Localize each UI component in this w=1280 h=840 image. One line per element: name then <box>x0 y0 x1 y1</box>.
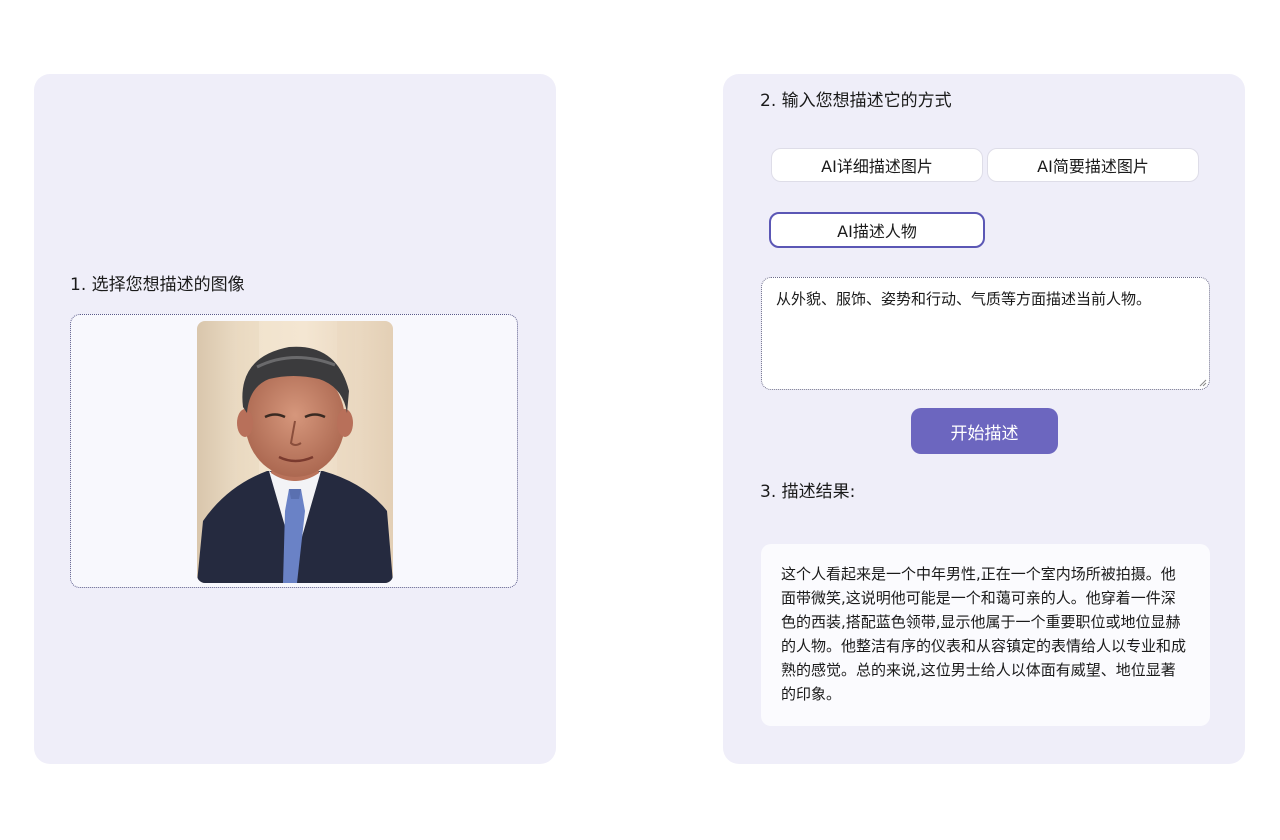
result-text: 这个人看起来是一个中年男性,正在一个室内场所被拍摄。他面带微笑,这说明他可能是一… <box>781 565 1187 703</box>
option-brief-button[interactable]: AI简要描述图片 <box>987 148 1199 182</box>
resize-grip-icon[interactable] <box>1199 379 1207 387</box>
prompt-textarea[interactable]: 从外貌、服饰、姿势和行动、气质等方面描述当前人物。 <box>761 277 1210 390</box>
prompt-text: 从外貌、服饰、姿势和行动、气质等方面描述当前人物。 <box>776 290 1152 308</box>
image-select-panel: 1. 选择您想描述的图像 <box>34 74 556 764</box>
option-person-button[interactable]: AI描述人物 <box>769 212 985 248</box>
start-describe-button[interactable]: 开始描述 <box>911 408 1058 454</box>
step1-title: 1. 选择您想描述的图像 <box>70 275 245 295</box>
image-upload-area[interactable] <box>70 314 518 588</box>
describe-panel: 2. 输入您想描述它的方式 AI详细描述图片 AI简要描述图片 AI描述人物 从… <box>723 74 1245 764</box>
option-detailed-button[interactable]: AI详细描述图片 <box>771 148 983 182</box>
uploaded-portrait-image <box>197 321 393 583</box>
result-box: 这个人看起来是一个中年男性,正在一个室内场所被拍摄。他面带微笑,这说明他可能是一… <box>761 544 1210 726</box>
step3-title: 3. 描述结果: <box>760 482 856 502</box>
step2-title: 2. 输入您想描述它的方式 <box>760 91 952 111</box>
